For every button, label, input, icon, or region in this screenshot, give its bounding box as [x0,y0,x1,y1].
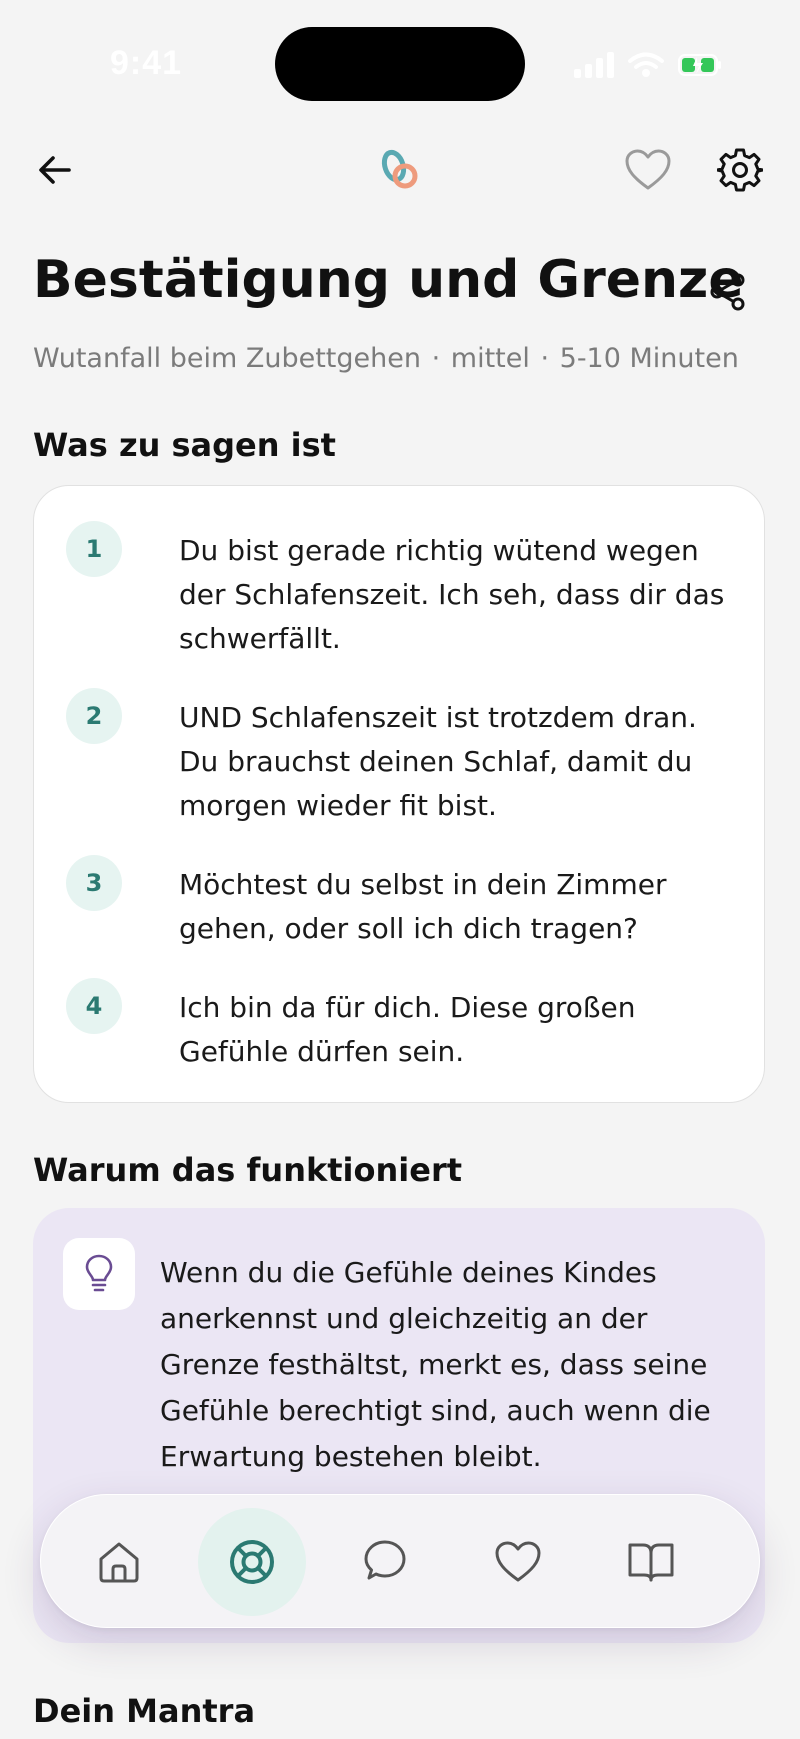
dynamic-island [275,27,525,101]
status-bar: 9:41 [0,0,800,120]
step-number-badge: 4 [66,978,122,1034]
lightbulb-badge [63,1238,135,1310]
section-heading-mantra: Dein Mantra [33,1692,256,1730]
tab-home[interactable] [65,1508,173,1616]
brand-logo [370,140,430,200]
step-text: UND Schlafenszeit ist trotzdem dran. Du … [179,701,697,822]
step-text: Du bist gerade richtig wütend wegen der … [179,534,725,655]
tab-help[interactable] [198,1508,306,1616]
home-icon [99,1542,139,1583]
tab-favorites[interactable] [464,1508,572,1616]
cellular-signal-icon [574,52,614,78]
step-text: Ich bin da für dich. Diese großen Gefühl… [179,991,636,1068]
heart-icon [625,149,671,190]
book-open-icon [628,1543,674,1582]
share-button[interactable] [700,264,756,320]
chat-bubble-icon [364,1540,406,1580]
scenario-meta: Wutanfall beim Zubettgehen · mittel · 5-… [33,343,739,374]
section-heading-why-it-works: Warum das funktioniert [33,1151,463,1189]
step-text: Möchtest du selbst in dein Zimmer gehen,… [179,868,667,945]
favorite-button[interactable] [618,140,678,200]
section-heading-what-to-say: Was zu sagen ist [33,426,336,464]
top-navigation [0,130,800,210]
bottom-tab-bar [40,1494,760,1628]
arrow-left-icon [39,156,71,184]
meta-separator: · [540,343,550,374]
page-title: Bestätigung und Grenze [33,250,744,310]
lightbulb-icon [85,1254,113,1292]
status-time: 9:41 [110,44,183,82]
meta-separator: · [431,343,441,374]
gear-icon [717,148,763,192]
steps-card: 1 Du bist gerade richtig wütend wegen de… [33,485,765,1103]
step-number-badge: 1 [66,521,122,577]
scenario-duration: 5-10 Minuten [559,343,739,374]
wifi-icon [628,52,664,77]
step-number-badge: 2 [66,688,122,744]
step-number-badge: 3 [66,855,122,911]
settings-button[interactable] [710,140,770,200]
heart-icon [495,1541,541,1582]
battery-icon [678,54,721,76]
why-it-works-text: Wenn du die Gefühle deines Kindes anerke… [160,1256,711,1473]
lifebuoy-icon [230,1540,274,1584]
status-icons [574,52,722,78]
share-icon [710,273,745,311]
tab-library[interactable] [597,1508,705,1616]
back-button[interactable] [25,140,85,200]
brand-logo-icon [381,149,418,189]
scenario-difficulty: mittel [450,343,530,374]
tab-chat[interactable] [331,1508,439,1616]
scenario-situation: Wutanfall beim Zubettgehen [33,343,421,374]
